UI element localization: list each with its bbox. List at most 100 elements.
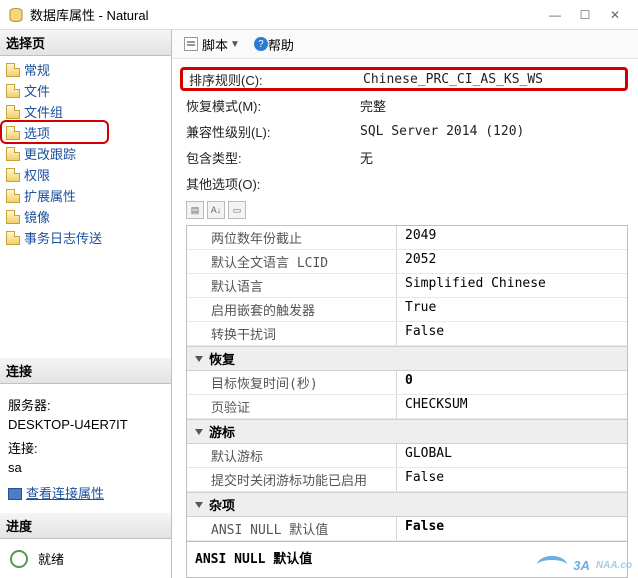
sidebar-item-label: 文件 — [24, 81, 50, 100]
property-grid: 两位数年份截止2049默认全文语言 LCID2052默认语言Simplified… — [186, 225, 628, 542]
page-icon — [6, 105, 20, 119]
alphabetical-button[interactable]: A↓ — [207, 201, 225, 219]
collapse-icon — [195, 429, 203, 435]
page-icon — [6, 126, 20, 140]
sidebar-item-7[interactable]: 镜像 — [2, 206, 169, 227]
property-row[interactable]: 目标恢复时间(秒)0 — [187, 371, 627, 395]
compat-row: 兼容性级别(L): SQL Server 2014 (120) — [186, 119, 628, 143]
sidebar-item-4[interactable]: 更改跟踪 — [2, 143, 169, 164]
progress-status: 就绪 — [38, 549, 64, 568]
property-value: False — [397, 517, 627, 540]
recovery-row: 恢复模式(M): 完整 — [186, 93, 628, 117]
content-area: 排序规则(C): Chinese_PRC_CI_AS_KS_WS 恢复模式(M)… — [172, 59, 638, 578]
property-value: True — [397, 298, 627, 321]
property-row[interactable]: 页验证CHECKSUM — [187, 395, 627, 419]
server-label: 服务器: — [8, 396, 163, 416]
property-value: 0 — [397, 371, 627, 394]
property-value: 2052 — [397, 250, 627, 273]
property-row[interactable]: 默认全文语言 LCID2052 — [187, 250, 627, 274]
property-row[interactable]: 默认语言Simplified Chinese — [187, 274, 627, 298]
collapse-icon — [195, 502, 203, 508]
script-button[interactable]: 脚本 ▼ — [180, 33, 244, 56]
property-row[interactable]: 转换干扰词False — [187, 322, 627, 346]
page-icon — [6, 231, 20, 245]
property-value: False — [397, 322, 627, 345]
property-row[interactable]: 默认游标GLOBAL — [187, 444, 627, 468]
help-button[interactable]: ? 帮助 — [250, 33, 298, 56]
maximize-button[interactable]: ☐ — [570, 8, 600, 22]
server-value: DESKTOP-U4ER7IT — [8, 415, 163, 435]
property-row[interactable]: 两位数年份截止2049 — [187, 226, 627, 250]
view-connection-props-link[interactable]: 查看连接属性 — [8, 484, 104, 504]
property-row[interactable]: 提交时关闭游标功能已启用False — [187, 468, 627, 492]
property-name: 两位数年份截止 — [187, 226, 397, 249]
collation-label: 排序规则(C): — [189, 70, 359, 89]
toolbar: 脚本 ▼ ? 帮助 — [172, 30, 638, 59]
sidebar-item-2[interactable]: 文件组 — [2, 101, 169, 122]
property-name: 页验证 — [187, 395, 397, 418]
sidebar-item-label: 镜像 — [24, 207, 50, 226]
sidebar-item-1[interactable]: 文件 — [2, 80, 169, 101]
monitor-icon — [8, 488, 22, 500]
compat-value[interactable]: SQL Server 2014 (120) — [356, 124, 628, 139]
sidebar-item-5[interactable]: 权限 — [2, 164, 169, 185]
minimize-button[interactable]: — — [540, 8, 570, 22]
sidebar-item-label: 文件组 — [24, 102, 63, 121]
sidebar-item-3[interactable]: 选项 — [2, 122, 169, 143]
titlebar: 数据库属性 - Natural — ☐ ✕ — [0, 0, 638, 30]
conn-value: sa — [8, 458, 163, 478]
containment-value[interactable]: 无 — [356, 148, 628, 167]
property-value: 2049 — [397, 226, 627, 249]
group-header-2[interactable]: 游标 — [187, 419, 627, 444]
sidebar-item-0[interactable]: 常规 — [2, 59, 169, 80]
page-icon — [6, 84, 20, 98]
database-icon — [8, 7, 24, 23]
property-name: 默认游标 — [187, 444, 397, 467]
conn-label: 连接: — [8, 439, 163, 459]
page-icon — [6, 168, 20, 182]
other-options-label: 其他选项(O): — [186, 174, 356, 193]
page-icon — [6, 63, 20, 77]
properties-button[interactable]: ▭ — [228, 201, 246, 219]
close-button[interactable]: ✕ — [600, 8, 630, 22]
sidebar-item-label: 更改跟踪 — [24, 144, 76, 163]
other-options-row: 其他选项(O): — [186, 171, 628, 195]
page-icon — [6, 147, 20, 161]
sidebar-item-8[interactable]: 事务日志传送 — [2, 227, 169, 248]
property-value: GLOBAL — [397, 444, 627, 467]
categorized-button[interactable]: ▤ — [186, 201, 204, 219]
containment-row: 包含类型: 无 — [186, 145, 628, 169]
property-name: 目标恢复时间(秒) — [187, 371, 397, 394]
page-nav-list: 常规文件文件组选项更改跟踪权限扩展属性镜像事务日志传送 — [0, 56, 171, 251]
sidebar-item-6[interactable]: 扩展属性 — [2, 185, 169, 206]
chevron-down-icon: ▼ — [230, 39, 240, 50]
sidebar-item-label: 事务日志传送 — [24, 228, 102, 247]
recovery-label: 恢复模式(M): — [186, 96, 356, 115]
group-header-1[interactable]: 恢复 — [187, 346, 627, 371]
sidebar-item-label: 权限 — [24, 165, 50, 184]
property-name: 转换干扰词 — [187, 322, 397, 345]
compat-label: 兼容性级别(L): — [186, 122, 356, 141]
group-header-3[interactable]: 杂项 — [187, 492, 627, 517]
connection-header: 连接 — [0, 358, 171, 384]
progress-body: 就绪 — [0, 539, 171, 578]
property-toolbar: ▤ A↓ ▭ — [186, 197, 628, 225]
property-row[interactable]: ANSI NULL 默认值False — [187, 517, 627, 541]
collapse-icon — [195, 356, 203, 362]
connection-body: 服务器: DESKTOP-U4ER7IT 连接: sa 查看连接属性 — [0, 384, 171, 513]
progress-circle-icon — [10, 550, 28, 568]
property-row[interactable]: 启用嵌套的触发器True — [187, 298, 627, 322]
property-name: 启用嵌套的触发器 — [187, 298, 397, 321]
collation-value[interactable]: Chinese_PRC_CI_AS_KS_WS — [359, 72, 619, 87]
property-value: CHECKSUM — [397, 395, 627, 418]
property-description: ANSI NULL 默认值 — [186, 542, 628, 578]
sidebar-item-label: 扩展属性 — [24, 186, 76, 205]
property-name: 默认全文语言 LCID — [187, 250, 397, 273]
left-column: 选择页 常规文件文件组选项更改跟踪权限扩展属性镜像事务日志传送 连接 服务器: … — [0, 30, 172, 578]
property-name: ANSI NULL 默认值 — [187, 517, 397, 540]
property-value: Simplified Chinese — [397, 274, 627, 297]
script-icon — [184, 37, 198, 51]
progress-header: 进度 — [0, 513, 171, 539]
recovery-value[interactable]: 完整 — [356, 96, 628, 115]
collation-row: 排序规则(C): Chinese_PRC_CI_AS_KS_WS — [180, 67, 628, 91]
